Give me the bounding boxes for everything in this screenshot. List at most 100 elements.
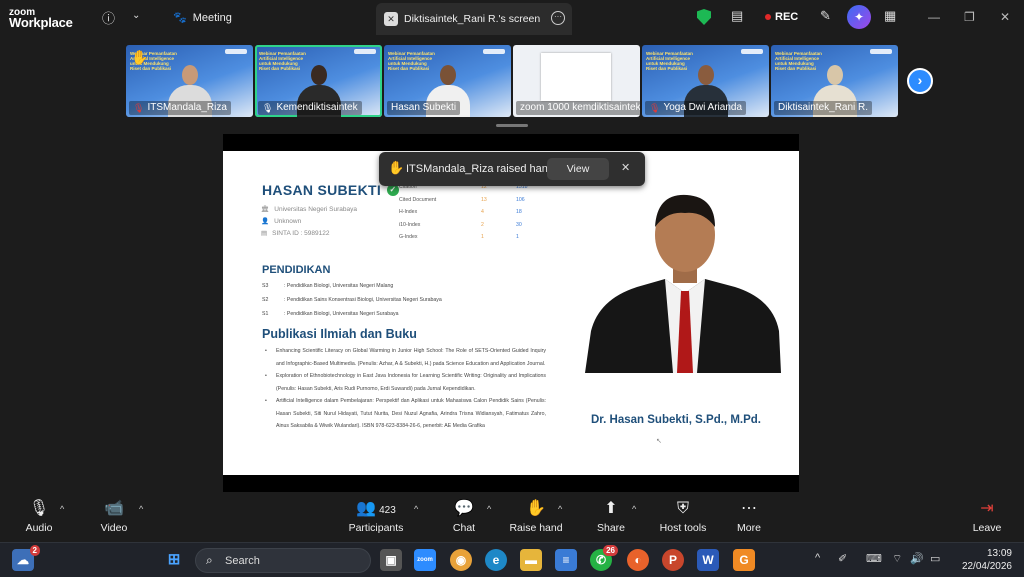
mic-muted-icon: 🎙 (262, 103, 274, 113)
firefox-icon[interactable]: ◐ (627, 549, 649, 571)
maximize-icon[interactable]: ❐ (964, 10, 975, 24)
chat-caret-icon[interactable]: ^ (487, 504, 491, 514)
host-tools-label: Host tools (659, 522, 707, 534)
chrome-icon[interactable]: ◉ (450, 549, 472, 571)
whatsapp-icon[interactable]: ✆ 26 (590, 545, 618, 571)
table-row: H-Index 4 18 (399, 206, 544, 219)
wifi-icon[interactable]: ⌔ (892, 552, 902, 566)
share-caret-icon[interactable]: ^ (632, 504, 636, 514)
meeting-toolbar: 🎙 Audio ^ 📹 Video ^ 👥 423 Participants ^ … (0, 494, 1024, 542)
video-tile[interactable]: Webinar Pemanfaatan Artificial Intellige… (771, 45, 898, 117)
chevron-down-icon[interactable]: ⌄ (132, 10, 140, 21)
ai-companion-icon[interactable]: ✦ (847, 5, 871, 29)
title-bar: zoom Workplace ⓘ ⌄ 🐾 Meeting ✕ Diktisain… (0, 0, 1024, 36)
battery-icon[interactable]: ▭ (930, 552, 940, 565)
participant-name-tag: Hasan Subekti (387, 101, 461, 115)
chat-label: Chat (452, 522, 476, 534)
video-options-caret-icon[interactable]: ^ (139, 504, 143, 514)
zoom-window: zoom Workplace ⓘ ⌄ 🐾 Meeting ✕ Diktisain… (0, 0, 1024, 577)
webinar-logo (354, 49, 376, 54)
rec-label: REC (775, 11, 799, 23)
webinar-logo (870, 49, 892, 54)
meeting-menu[interactable]: 🐾 Meeting (173, 11, 232, 25)
chat-button[interactable]: 💬 Chat (450, 498, 478, 534)
word-icon[interactable]: W (697, 549, 719, 571)
notepad-icon[interactable]: ≡ (555, 549, 577, 571)
more-icon: ⋯ (741, 500, 757, 517)
pen-tray-icon[interactable]: ✐ (838, 552, 847, 565)
video-tile[interactable]: Webinar Pemanfaatan Artificial Intellige… (384, 45, 511, 117)
metric-value: 106 (516, 196, 525, 203)
education-item: S1: Pendidikan Biologi, Universitas Nege… (262, 311, 398, 317)
sinta-id: SINTA ID : 5989122 (272, 229, 330, 237)
close-icon[interactable]: ✕ (621, 161, 630, 174)
raise-hand-button[interactable]: ✋ Raise hand (509, 498, 563, 534)
participants-button[interactable]: 👥 423 Participants (347, 498, 405, 534)
share-button[interactable]: ⬆ Share (596, 498, 626, 534)
share-screen-icon: ✕ (384, 12, 398, 26)
taskbar-search[interactable]: ⌕ Search (195, 548, 371, 573)
person-icon: 👤 (261, 218, 270, 225)
audio-options-caret-icon[interactable]: ^ (60, 504, 64, 514)
metric-label: Cited Document (399, 196, 437, 203)
publications-heading: Publikasi Ilmiah dan Buku (262, 327, 417, 341)
participant-name: ITSMandala_Riza (147, 102, 227, 113)
video-tile[interactable]: Webinar Pemanfaatan Artificial Intellige… (642, 45, 769, 117)
more-options-icon[interactable]: ··· (551, 11, 565, 25)
participants-caret-icon[interactable]: ^ (414, 504, 418, 514)
video-tile[interactable]: zoom 1000 kemdiktisaintek (513, 45, 640, 117)
audio-button[interactable]: 🎙 Audio (23, 498, 55, 534)
weather-icon[interactable]: ☁ 2 (12, 545, 40, 571)
minimize-icon[interactable]: — (928, 10, 940, 24)
zoom-app-icon[interactable]: zoom (414, 549, 436, 571)
other-app-icon[interactable]: G (733, 549, 755, 571)
security-shield-icon[interactable] (697, 9, 711, 25)
gallery-resize-handle[interactable] (496, 124, 528, 127)
gender-row: 👤 Unknown (261, 217, 301, 226)
id-card-icon: ▤ (261, 230, 268, 237)
video-tile[interactable]: Webinar Pemanfaatan Artificial Intellige… (126, 45, 253, 117)
tray-overflow-chevron-icon[interactable]: ^ (815, 552, 820, 564)
more-button[interactable]: ⋯ More (734, 498, 764, 534)
shared-screen-thumbnail (541, 53, 611, 101)
apps-icon[interactable]: ▦ (884, 8, 896, 24)
annotate-pen-icon[interactable]: ✎ (820, 8, 831, 24)
recording-indicator[interactable]: REC (765, 11, 798, 23)
video-button[interactable]: 📹 Video (97, 498, 131, 534)
education-level: S2 (262, 297, 269, 303)
notes-icon[interactable]: ▤ (731, 8, 743, 24)
share-label: Share (596, 522, 626, 534)
notification-message: ITSMandala_Riza raised hand (406, 163, 554, 175)
video-gallery: Webinar Pemanfaatan Artificial Intellige… (126, 45, 898, 117)
metric-value: 1 (516, 234, 519, 241)
gallery-next-button[interactable]: › (907, 68, 933, 94)
raise-hand-label: Raise hand (509, 522, 563, 534)
video-tile-active-speaker[interactable]: Webinar Pemanfaatan Artificial Intellige… (255, 45, 382, 117)
windows-start-icon[interactable]: ⊞ (163, 549, 185, 571)
leave-button[interactable]: ⇥ Leave (971, 498, 1003, 534)
webinar-logo (483, 49, 505, 54)
info-icon[interactable]: ⓘ (102, 8, 115, 27)
metric-label: i10-Index (399, 221, 421, 228)
keyboard-icon[interactable]: ⌨ (866, 552, 882, 565)
sinta-row: ▤ SINTA ID : 5989122 (261, 229, 330, 238)
paw-icon: 🐾 (173, 12, 187, 24)
whatsapp-badge: 26 (603, 545, 618, 556)
powerpoint-icon[interactable]: P (662, 549, 684, 571)
slide-name: HASAN SUBEKTI (262, 182, 382, 198)
reactions-caret-icon[interactable]: ^ (558, 504, 562, 514)
publication-item: Enhancing Scientific Literacy on Global … (263, 345, 546, 370)
system-clock[interactable]: 13:09 22/04/2026 (962, 547, 1012, 573)
shared-slide: HASAN SUBEKTI ✓ 🏛 Universitas Negeri Sura… (223, 151, 799, 475)
view-button[interactable]: View (547, 158, 609, 180)
participants-label: Participants (348, 522, 404, 534)
clock-time: 13:09 (986, 548, 1012, 559)
share-tab[interactable]: ✕ Diktisaintek_Rani R.'s screen (376, 3, 572, 35)
task-view-icon[interactable]: ▣ (380, 549, 402, 571)
host-tools-button[interactable]: ⛨ Host tools (657, 498, 709, 534)
close-icon[interactable]: ✕ (1000, 10, 1010, 24)
volume-icon[interactable]: 🔊 (910, 552, 924, 565)
audio-label: Audio (25, 522, 53, 534)
file-explorer-icon[interactable]: ▬ (520, 549, 542, 571)
edge-icon[interactable]: e (485, 549, 507, 571)
